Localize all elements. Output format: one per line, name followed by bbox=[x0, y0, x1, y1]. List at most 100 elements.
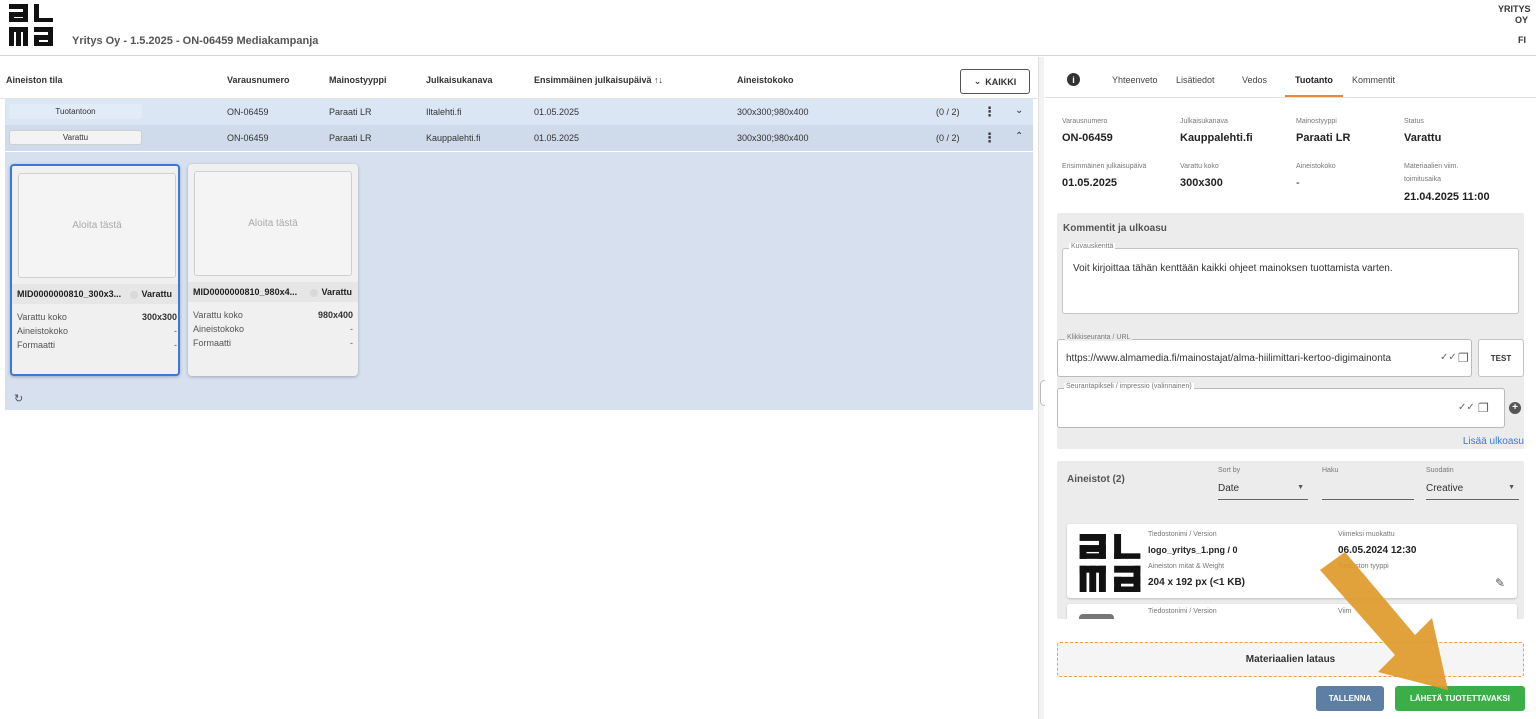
channel: Kauppalehti.fi bbox=[426, 133, 481, 143]
refresh-icon[interactable]: ↻ bbox=[14, 392, 23, 405]
dims-value: 204 x 192 px (<1 KB) bbox=[1148, 577, 1245, 588]
description-field[interactable]: Voit kirjoittaa tähän kenttään kaikki oh… bbox=[1062, 248, 1519, 314]
card-format: Formaatti - bbox=[193, 338, 353, 348]
delivery-label-2: toimitusaika bbox=[1404, 176, 1441, 183]
asset-thumbnail[interactable] bbox=[1079, 534, 1141, 592]
tab-production[interactable]: Tuotanto bbox=[1295, 75, 1333, 85]
alma-logo[interactable] bbox=[9, 4, 53, 46]
table-row[interactable]: Tuotantoon ON-06459 Paraati LR Iltalehti… bbox=[5, 99, 1033, 125]
card-value: - bbox=[174, 340, 177, 350]
material-size: 300x300;980x400 bbox=[737, 107, 809, 117]
adtype-label: Mainostyyppi bbox=[1296, 118, 1337, 125]
check-double-icon[interactable]: ✓✓ bbox=[1440, 352, 1457, 363]
card-label: Varattu koko bbox=[17, 312, 67, 322]
copy-icon[interactable]: ❐ bbox=[1478, 401, 1489, 415]
table-row[interactable]: Varattu ON-06459 Paraati LR Kauppalehti.… bbox=[5, 125, 1033, 151]
info-icon[interactable]: i bbox=[1067, 73, 1080, 86]
material-count: (0 / 2) bbox=[936, 133, 960, 143]
status-dot-icon bbox=[130, 290, 139, 299]
click-tracking-value: https://www.almamedia.fi/mainostajat/alm… bbox=[1066, 353, 1392, 364]
test-url-button[interactable]: TEST bbox=[1478, 339, 1524, 377]
language-selector[interactable]: FI bbox=[1518, 35, 1526, 45]
filter-all-button[interactable]: ⌄ KAIKKI bbox=[960, 69, 1030, 94]
filter-value: Creative bbox=[1426, 483, 1464, 494]
edit-icon[interactable]: ✎ bbox=[1495, 576, 1505, 590]
dropdown-arrow-icon: ▼ bbox=[1508, 484, 1515, 491]
chevron-up-icon[interactable]: ⌃ bbox=[1015, 131, 1023, 142]
material-size-label: Aineistokoko bbox=[1296, 163, 1336, 170]
save-button[interactable]: TALLENNA bbox=[1316, 686, 1384, 711]
card-label: Formaatti bbox=[17, 340, 56, 350]
dropdown-arrow-icon: ▼ bbox=[1297, 484, 1304, 491]
sort-label: Sort by bbox=[1218, 467, 1241, 474]
description-text: Voit kirjoittaa tähän kenttään kaikki oh… bbox=[1073, 263, 1393, 274]
status-badge: Tuotantoon bbox=[9, 104, 142, 119]
modified-label: Viimeksi muokattu bbox=[1338, 531, 1395, 538]
tracking-pixel-field[interactable]: ✓✓ ❐ bbox=[1057, 388, 1505, 428]
col-header-channel[interactable]: Julkaisukanava bbox=[426, 75, 493, 85]
chevron-down-icon[interactable]: ⌄ bbox=[1015, 105, 1023, 116]
reserved-size-label: Varattu koko bbox=[1180, 163, 1219, 170]
card-title: MID0000000810_980x4... bbox=[193, 287, 298, 297]
card-title-bar: MID0000000810_300x3... Varattu bbox=[12, 284, 178, 304]
col-header-booking[interactable]: Varausnumero bbox=[227, 75, 290, 85]
asset-item[interactable]: Tiedostonimi / Version logo_yritys_1.png… bbox=[1067, 524, 1517, 598]
app-header: Yritys Oy - 1.5.2025 - ON-06459 Mediakam… bbox=[0, 0, 1536, 56]
tab-comments[interactable]: Kommentit bbox=[1352, 75, 1395, 85]
card-label: Aineistokoko bbox=[193, 324, 245, 334]
card-status: Varattu bbox=[310, 287, 352, 297]
copy-icon[interactable]: ❐ bbox=[1458, 351, 1469, 365]
card-label: Varattu koko bbox=[193, 310, 243, 320]
col-header-status[interactable]: Aineiston tila bbox=[6, 75, 63, 85]
filter-select[interactable]: Creative ▼ bbox=[1426, 478, 1519, 500]
status-badge: Varattu bbox=[9, 130, 142, 145]
card-preview[interactable]: Aloita tästä bbox=[194, 171, 352, 276]
col-header-adtype[interactable]: Mainostyyppi bbox=[329, 75, 387, 85]
card-status-label: Varattu bbox=[321, 287, 352, 297]
material-card[interactable]: Aloita tästä MID0000000810_300x3... Vara… bbox=[10, 164, 180, 376]
chevron-down-icon: ⌄ bbox=[973, 76, 982, 86]
tab-proof[interactable]: Vedos bbox=[1242, 75, 1267, 85]
click-tracking-field[interactable]: https://www.almamedia.fi/mainostajat/alm… bbox=[1057, 339, 1472, 377]
add-circle-icon[interactable]: + bbox=[1509, 402, 1521, 414]
status-dot-icon bbox=[310, 288, 319, 297]
adtype-value: Paraati LR bbox=[1296, 132, 1351, 144]
dims-label: Aineiston mitat & Weight bbox=[1148, 563, 1225, 570]
delivery-value: 21.04.2025 11:00 bbox=[1404, 191, 1490, 203]
tab-additional-info[interactable]: Lisätiedot bbox=[1176, 75, 1215, 85]
card-value: 980x400 bbox=[317, 310, 353, 320]
materials-title: Aineistot (2) bbox=[1067, 474, 1125, 485]
table-header: Aineiston tila Varausnumero Mainostyyppi… bbox=[0, 57, 1037, 99]
company-name[interactable]: YRITYS OY bbox=[1498, 4, 1531, 26]
sort-select[interactable]: Date ▼ bbox=[1218, 478, 1308, 500]
add-layout-link[interactable]: Lisää ulkoasu bbox=[1463, 436, 1524, 447]
card-material-size: Aineistokoko - bbox=[17, 326, 177, 336]
channel-value: Kauppalehti.fi bbox=[1180, 132, 1253, 144]
status-value: Varattu bbox=[1404, 132, 1442, 144]
card-title-bar: MID0000000810_980x4... Varattu bbox=[188, 282, 358, 302]
active-tab-indicator bbox=[1285, 95, 1343, 97]
booking-value: ON-06459 bbox=[1062, 132, 1113, 144]
file-label: Tiedostonimi / Version bbox=[1148, 608, 1217, 615]
first-date-value: 01.05.2025 bbox=[1062, 177, 1118, 189]
material-upload-dropzone[interactable]: Materiaalien lataus bbox=[1057, 642, 1524, 677]
file-value: logo_yritys_1.png / 0 bbox=[1148, 545, 1238, 555]
tab-summary[interactable]: Yhteenveto bbox=[1112, 75, 1158, 85]
materials-list-panel: Aineiston tila Varausnumero Mainostyyppi… bbox=[0, 57, 1037, 719]
material-card[interactable]: Aloita tästä MID0000000810_980x4... Vara… bbox=[188, 164, 358, 376]
card-value: - bbox=[350, 338, 353, 348]
description-label: Kuvauskenttä bbox=[1069, 243, 1116, 250]
send-to-production-button[interactable]: LÄHETÄ TUOTETTAVAKSI bbox=[1395, 686, 1525, 711]
asset-item[interactable]: Tiedostonimi / Version Viim bbox=[1067, 604, 1517, 619]
col-header-size[interactable]: Aineistokoko bbox=[737, 75, 794, 85]
card-preview[interactable]: Aloita tästä bbox=[18, 173, 176, 278]
file-label: Tiedostonimi / Version bbox=[1148, 531, 1217, 538]
more-vert-icon[interactable]: ⋮ bbox=[983, 131, 996, 144]
more-vert-icon[interactable]: ⋮ bbox=[983, 105, 996, 118]
material-count: (0 / 2) bbox=[936, 107, 960, 117]
details-panel: i Yhteenveto Lisätiedot Vedos Tuotanto K… bbox=[1045, 57, 1536, 719]
card-value: 300x300 bbox=[141, 312, 177, 322]
search-input[interactable] bbox=[1322, 478, 1414, 500]
check-double-icon[interactable]: ✓✓ bbox=[1458, 402, 1475, 413]
col-header-first-date[interactable]: Ensimmäinen julkaisupäivä ↑↓ bbox=[534, 75, 663, 85]
